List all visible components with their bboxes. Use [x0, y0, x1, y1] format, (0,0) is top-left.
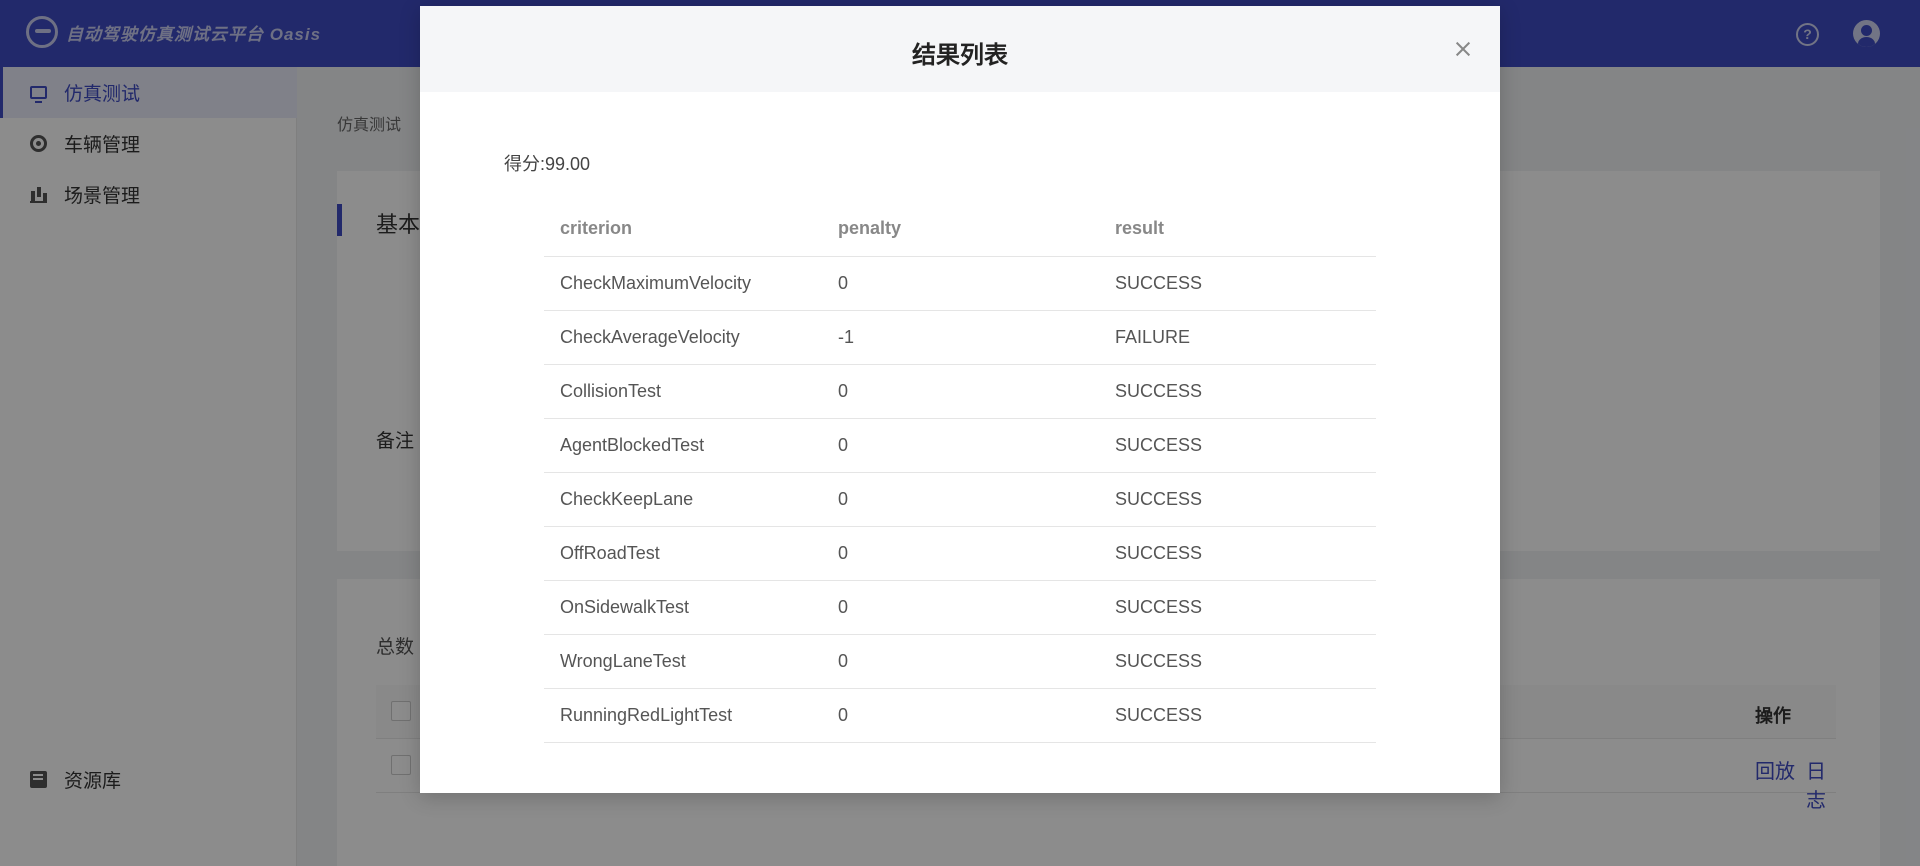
result-table: criterion penalty result CheckMaximumVel…: [544, 202, 1376, 743]
criterion-cell: RunningRedLightTest: [544, 688, 822, 743]
criterion-cell: OffRoadTest: [544, 526, 822, 581]
column-header-criterion: criterion: [544, 202, 822, 257]
table-row: CheckAverageVelocity -1 FAILURE: [544, 310, 1376, 365]
penalty-cell: 0: [822, 634, 1099, 689]
result-cell: SUCCESS: [1099, 688, 1376, 743]
criterion-cell: WrongLaneTest: [544, 634, 822, 689]
result-cell: SUCCESS: [1099, 580, 1376, 635]
score-value: 99.00: [545, 154, 591, 174]
table-row: CheckKeepLane 0 SUCCESS: [544, 472, 1376, 527]
close-icon[interactable]: [1452, 38, 1474, 60]
criterion-cell: CollisionTest: [544, 364, 822, 419]
table-row: AgentBlockedTest 0 SUCCESS: [544, 418, 1376, 473]
result-list-modal: 结果列表 得分:99.00 criterion penalty result C…: [420, 6, 1500, 793]
result-cell: SUCCESS: [1099, 634, 1376, 689]
criterion-cell: CheckKeepLane: [544, 472, 822, 527]
table-row: OnSidewalkTest 0 SUCCESS: [544, 580, 1376, 635]
result-table-header: criterion penalty result: [544, 202, 1376, 257]
score-label: 得分:: [504, 154, 546, 174]
penalty-cell: -1: [822, 310, 1099, 365]
modal-title: 结果列表: [912, 42, 1008, 69]
result-cell: SUCCESS: [1099, 526, 1376, 581]
result-cell: SUCCESS: [1099, 364, 1376, 419]
result-cell: SUCCESS: [1099, 472, 1376, 527]
table-row: OffRoadTest 0 SUCCESS: [544, 526, 1376, 581]
column-header-result: result: [1099, 202, 1376, 257]
result-cell: SUCCESS: [1099, 418, 1376, 473]
criterion-cell: AgentBlockedTest: [544, 418, 822, 473]
criterion-cell: OnSidewalkTest: [544, 580, 822, 635]
criterion-cell: CheckMaximumVelocity: [544, 256, 822, 311]
score: 得分:99.00: [504, 150, 590, 176]
penalty-cell: 0: [822, 688, 1099, 743]
table-row: CollisionTest 0 SUCCESS: [544, 364, 1376, 419]
penalty-cell: 0: [822, 580, 1099, 635]
penalty-cell: 0: [822, 418, 1099, 473]
table-row: WrongLaneTest 0 SUCCESS: [544, 634, 1376, 689]
penalty-cell: 0: [822, 364, 1099, 419]
column-header-penalty: penalty: [822, 202, 1099, 257]
result-cell: FAILURE: [1099, 310, 1376, 365]
result-cell: SUCCESS: [1099, 256, 1376, 311]
penalty-cell: 0: [822, 472, 1099, 527]
table-row: RunningRedLightTest 0 SUCCESS: [544, 688, 1376, 743]
penalty-cell: 0: [822, 526, 1099, 581]
modal-header: 结果列表: [420, 6, 1500, 92]
criterion-cell: CheckAverageVelocity: [544, 310, 822, 365]
table-row: CheckMaximumVelocity 0 SUCCESS: [544, 256, 1376, 311]
penalty-cell: 0: [822, 256, 1099, 311]
